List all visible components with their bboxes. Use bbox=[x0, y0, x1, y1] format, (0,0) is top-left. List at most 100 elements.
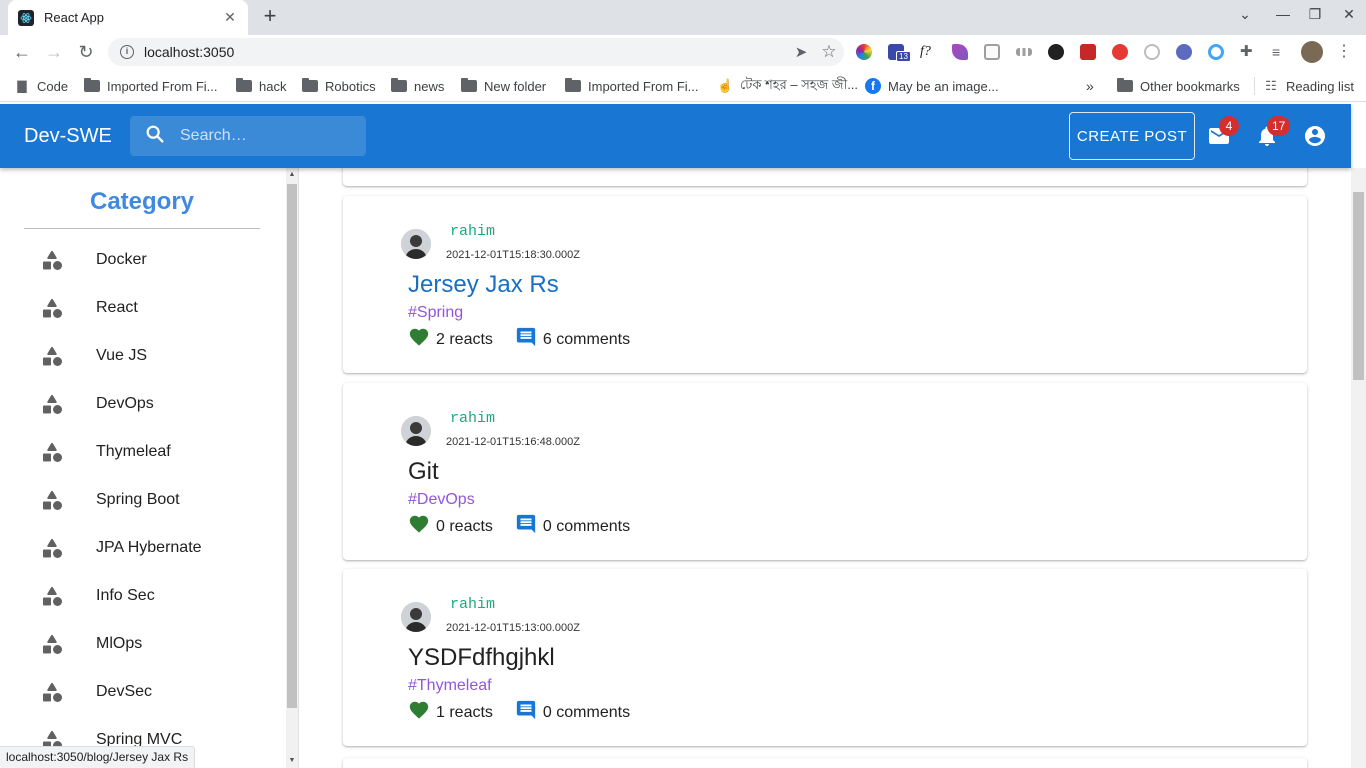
category-label: DevOps bbox=[96, 395, 154, 412]
page-scrollbar[interactable] bbox=[1351, 168, 1366, 768]
bookmark-folder[interactable]: Imported From Fi... bbox=[84, 77, 218, 95]
author-avatar[interactable] bbox=[401, 602, 431, 632]
minimize-button[interactable]: — bbox=[1272, 6, 1294, 22]
post-tag[interactable]: #Thymeleaf bbox=[408, 677, 492, 695]
url-text[interactable]: localhost:3050 bbox=[144, 44, 788, 60]
send-to-devices-icon[interactable]: ➤ bbox=[788, 43, 814, 61]
post-author[interactable]: rahim bbox=[450, 596, 495, 613]
quill-extension-icon[interactable] bbox=[952, 44, 968, 60]
close-tab-icon[interactable]: ✕ bbox=[222, 9, 238, 26]
search-box[interactable] bbox=[130, 116, 366, 156]
bookmark-folder[interactable]: Robotics bbox=[302, 77, 376, 95]
post-title-link[interactable]: Jersey Jax Rs bbox=[408, 271, 559, 299]
category-shapes-icon bbox=[40, 680, 64, 704]
scroll-down-arrow[interactable]: ▼ bbox=[286, 754, 298, 768]
profile-avatar[interactable] bbox=[1301, 41, 1323, 63]
page-scroll-thumb[interactable] bbox=[1353, 192, 1364, 380]
create-post-button[interactable]: CREATE POST bbox=[1069, 112, 1195, 160]
adblock-extension-icon[interactable] bbox=[1112, 44, 1128, 60]
post-title-link[interactable]: Git bbox=[408, 458, 439, 486]
category-shapes-icon bbox=[40, 584, 64, 608]
post-card-partial bbox=[343, 758, 1307, 768]
post-card-partial bbox=[343, 168, 1307, 186]
screenshot-extension-icon[interactable] bbox=[984, 44, 1000, 60]
forward-button[interactable]: → bbox=[42, 41, 66, 65]
chrome-menu-icon[interactable]: ⋮ bbox=[1336, 41, 1352, 61]
category-item[interactable]: MlOps bbox=[0, 620, 286, 668]
bookmark-folder[interactable]: hack bbox=[236, 77, 286, 95]
site-info-icon[interactable]: i bbox=[120, 45, 134, 59]
folder-icon bbox=[565, 78, 581, 92]
comments-stat[interactable]: 0 comments bbox=[515, 513, 630, 540]
wappalyzer-extension-icon[interactable] bbox=[1176, 44, 1192, 60]
post-stats: 1 reacts 0 comments bbox=[408, 699, 652, 726]
post-stats: 0 reacts 0 comments bbox=[408, 513, 652, 540]
maximize-button[interactable]: ❐ bbox=[1304, 6, 1326, 23]
gnome-extension-icon[interactable] bbox=[1048, 44, 1064, 60]
author-avatar[interactable] bbox=[401, 416, 431, 446]
sidebar-scroll-thumb[interactable] bbox=[287, 184, 297, 708]
brand-logo[interactable]: Dev-SWE bbox=[24, 125, 112, 148]
close-window-button[interactable]: ✕ bbox=[1338, 6, 1360, 23]
reacts-stat[interactable]: 2 reacts bbox=[408, 326, 493, 353]
bookmark-star-icon[interactable]: ☆ bbox=[814, 42, 844, 62]
sidebar-scrollbar[interactable]: ▲ ▼ bbox=[286, 168, 298, 768]
bookmark-item[interactable]: ▇ Code bbox=[14, 77, 68, 95]
reacts-stat[interactable]: 0 reacts bbox=[408, 513, 493, 540]
extensions-puzzle-icon[interactable]: ✚ bbox=[1240, 44, 1256, 60]
color-picker-extension-icon[interactable] bbox=[856, 44, 872, 60]
media-control-icon[interactable]: ≡ bbox=[1272, 44, 1288, 60]
reload-button[interactable]: ↻ bbox=[74, 41, 98, 65]
category-item[interactable]: Docker bbox=[0, 236, 286, 284]
category-item[interactable]: Info Sec bbox=[0, 572, 286, 620]
category-item[interactable]: DevSec bbox=[0, 668, 286, 716]
more-bookmarks-icon[interactable]: » bbox=[1086, 77, 1094, 95]
comments-count: 6 comments bbox=[542, 330, 631, 348]
heart-icon bbox=[408, 699, 436, 726]
post-author[interactable]: rahim bbox=[450, 410, 495, 427]
browser-tab[interactable]: React App ✕ bbox=[8, 0, 248, 35]
heart-icon bbox=[408, 326, 436, 353]
category-item[interactable]: Vue JS bbox=[0, 332, 286, 380]
audio-extension-icon[interactable] bbox=[1016, 48, 1032, 56]
comments-stat[interactable]: 0 comments bbox=[515, 699, 630, 726]
reacts-stat[interactable]: 1 reacts bbox=[408, 699, 493, 726]
bookmark-label: news bbox=[414, 78, 445, 94]
category-item[interactable]: Thymeleaf bbox=[0, 428, 286, 476]
formula-extension-icon[interactable]: f? bbox=[920, 44, 936, 60]
mail-button[interactable]: 4 bbox=[1207, 116, 1239, 148]
category-item[interactable]: React bbox=[0, 284, 286, 332]
bookmark-folder[interactable]: Imported From Fi... bbox=[565, 77, 699, 95]
category-item[interactable]: DevOps bbox=[0, 380, 286, 428]
timer-extension-icon[interactable] bbox=[1144, 44, 1160, 60]
author-avatar[interactable] bbox=[401, 229, 431, 259]
new-tab-button[interactable]: + bbox=[258, 5, 282, 29]
bookmark-item[interactable]: ☝ টেক শহর – সহজ জী... bbox=[717, 77, 858, 95]
account-button[interactable] bbox=[1303, 124, 1327, 148]
search-input[interactable] bbox=[180, 127, 360, 145]
hand-icon: ☝ bbox=[717, 78, 734, 93]
comments-stat[interactable]: 6 comments bbox=[515, 326, 630, 353]
notifications-button[interactable]: 17 bbox=[1255, 116, 1291, 148]
address-bar[interactable]: i localhost:3050 ➤ ☆ bbox=[108, 38, 844, 66]
other-bookmarks-folder[interactable]: Other bookmarks bbox=[1117, 77, 1240, 95]
sync-extension-icon[interactable] bbox=[1208, 44, 1224, 60]
bookmark-folder[interactable]: news bbox=[391, 77, 444, 95]
category-item[interactable]: JPA Hybernate bbox=[0, 524, 286, 572]
back-button[interactable]: ← bbox=[10, 41, 34, 65]
folder-icon bbox=[1117, 78, 1133, 92]
post-tag[interactable]: #Spring bbox=[408, 304, 463, 322]
category-item[interactable]: Spring Boot bbox=[0, 476, 286, 524]
reading-list-label: Reading list bbox=[1286, 78, 1354, 94]
scholar-extension-icon[interactable]: 13 bbox=[888, 44, 911, 62]
red-extension-icon[interactable] bbox=[1080, 44, 1096, 60]
post-author[interactable]: rahim bbox=[450, 223, 495, 240]
reading-list-button[interactable]: ☷ Reading list bbox=[1254, 77, 1354, 95]
bookmark-label: Imported From Fi... bbox=[588, 78, 699, 94]
post-tag[interactable]: #DevOps bbox=[408, 491, 475, 509]
post-title-link[interactable]: YSDFdfhgjhkl bbox=[408, 644, 555, 672]
tab-search-icon[interactable]: ⌄ bbox=[1234, 6, 1256, 23]
bookmark-folder[interactable]: New folder bbox=[461, 77, 546, 95]
scroll-up-arrow[interactable]: ▲ bbox=[286, 168, 298, 182]
bookmark-item[interactable]: f May be an image... bbox=[865, 77, 999, 95]
